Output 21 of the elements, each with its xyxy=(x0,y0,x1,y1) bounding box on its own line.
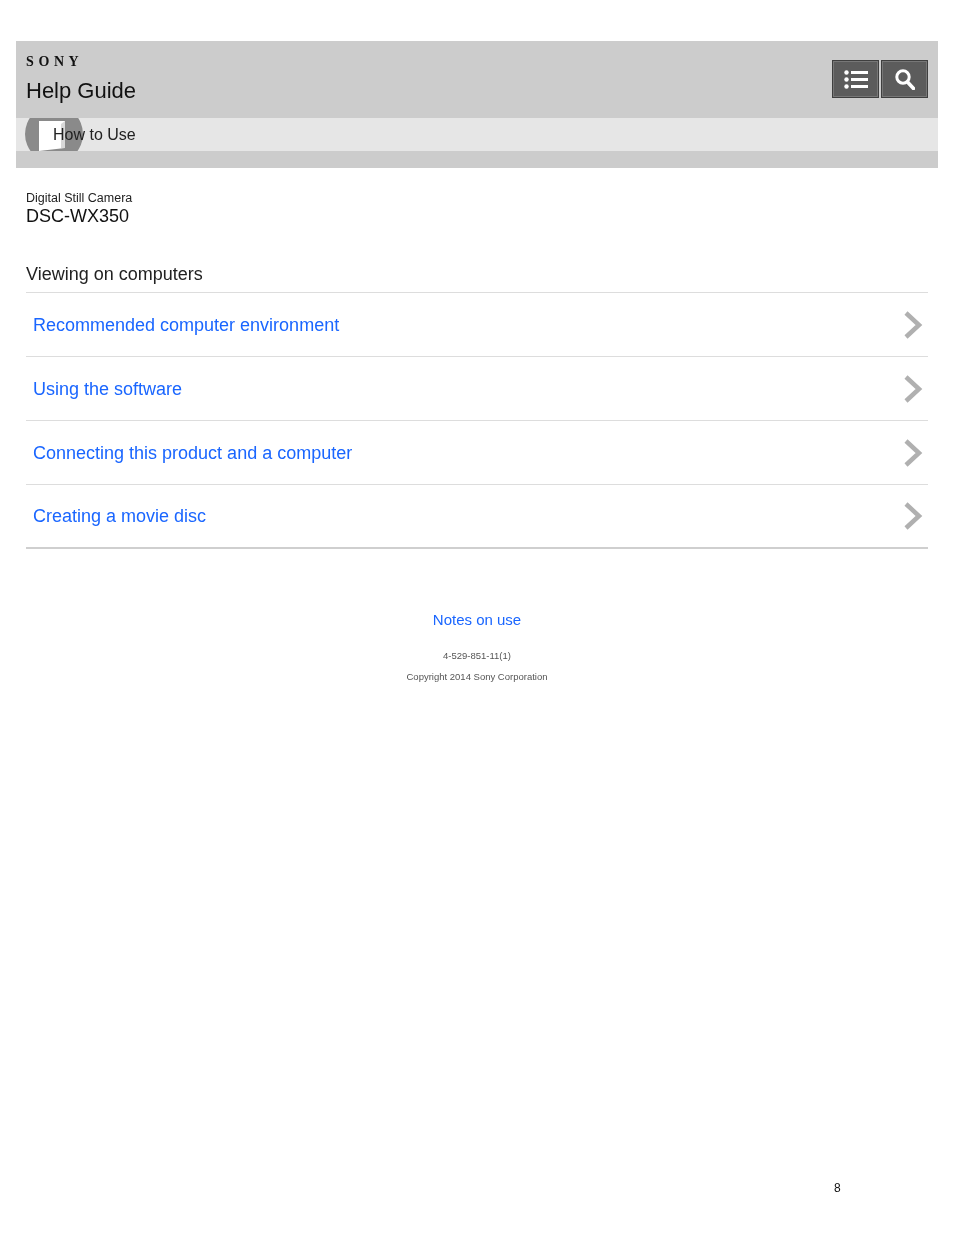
topic-link[interactable]: Connecting this product and a computer xyxy=(33,441,353,464)
list-menu-icon xyxy=(843,69,868,89)
product-model: DSC-WX350 xyxy=(26,206,130,226)
section-heading: Viewing on computers xyxy=(26,263,203,285)
product-category: Digital Still Camera xyxy=(26,191,133,206)
brand-logo: SONY xyxy=(26,54,84,70)
chevron-right-icon xyxy=(903,309,923,340)
chevron-right-icon xyxy=(903,373,923,404)
topic-link[interactable]: Recommended computer environment xyxy=(33,313,340,336)
page-number: 8 xyxy=(834,1181,841,1195)
topic-link[interactable]: Using the software xyxy=(33,377,183,400)
document-code: 4-529-851-11(1) xyxy=(443,650,511,662)
search-icon xyxy=(894,68,915,90)
copyright-text: Copyright 2014 Sony Corporation xyxy=(406,671,548,683)
topic-link[interactable]: Creating a movie disc xyxy=(33,505,207,527)
menu-button[interactable] xyxy=(832,60,879,98)
chevron-right-icon xyxy=(903,437,923,468)
chevron-right-icon xyxy=(903,501,923,531)
page-title: Help Guide xyxy=(26,78,137,104)
notes-link[interactable]: Notes on use xyxy=(432,611,522,629)
search-button[interactable] xyxy=(881,60,928,98)
